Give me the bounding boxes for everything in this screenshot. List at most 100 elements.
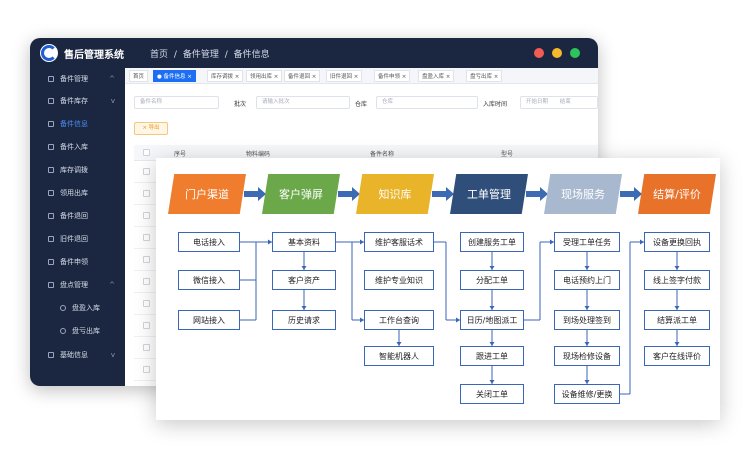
start-date-input[interactable]: 开始日期 结束 <box>520 96 598 109</box>
window-controls <box>534 48 580 58</box>
sidebar-item[interactable]: 领用出库 <box>30 182 125 204</box>
sidebar: 备件管理 ^ 备件库存 v 备件信息 备件入库库存调拨领用出库备件退回旧件退回备件申领盘点… <box>30 68 125 386</box>
batch-label: 批次 <box>234 101 247 108</box>
breadcrumb-current: 备件信息 <box>233 50 270 60</box>
tab[interactable]: 旧件退回 × <box>326 70 363 82</box>
flow-step-box: 客户资产 <box>272 270 336 290</box>
column-model: 型号 <box>501 151 514 158</box>
sidebar-item[interactable]: 备件申领 <box>30 251 125 273</box>
sidebar-item-label: 旧件退回 <box>60 235 88 243</box>
row-checkbox[interactable] <box>143 322 150 329</box>
chevron-icon: v <box>110 351 115 359</box>
flow-step-box: 基本资料 <box>272 232 336 252</box>
flow-step-box: 维护客服话术 <box>364 232 434 252</box>
tab[interactable]: 领用出库 × <box>246 70 283 82</box>
select-all-checkbox[interactable] <box>143 149 150 156</box>
breadcrumb-separator: / <box>224 50 228 60</box>
export-button[interactable]: × 导出 <box>134 122 168 135</box>
flow-stage-header: 知识库 <box>356 174 434 214</box>
tab[interactable]: 首页 <box>129 70 149 82</box>
flow-step-box: 维护专业知识 <box>364 270 434 290</box>
sidebar-item-label: 库存调拨 <box>60 166 88 174</box>
tab[interactable]: 备件申领 × <box>374 70 411 82</box>
menu-icon <box>48 144 54 150</box>
flowchart-card: 门户渠道 客户弹屏 知识库 工单管理 现场服务 结算/评价 电话接入 微信接入 网站接入 基本资料… <box>156 158 720 420</box>
row-checkbox[interactable] <box>143 300 150 307</box>
sidebar-item-label: 备件退回 <box>60 212 88 220</box>
column-index: 序号 <box>174 151 187 158</box>
sidebar-item-label: 备件申领 <box>60 258 88 266</box>
breadcrumb-parts[interactable]: 备件管理 <box>183 50 219 60</box>
minimize-dot[interactable] <box>552 48 562 58</box>
sidebar-item-label: 基础信息 <box>60 351 88 359</box>
flow-step-box: 跟进工单 <box>460 346 524 366</box>
breadcrumb: 首页 / 备件管理 / 备件信息 <box>150 47 273 60</box>
row-checkbox[interactable] <box>143 278 150 285</box>
batch-input[interactable]: 请输入批次 <box>256 96 350 109</box>
sidebar-item[interactable]: 备件信息 <box>30 113 125 135</box>
sidebar-item[interactable]: 旧件退回 <box>30 228 125 250</box>
composite-screenshot: 售后管理系统 首页 / 备件管理 / 备件信息 备件管理 ^ 备件库存 v 备件信息 备件… <box>0 0 750 460</box>
row-checkbox[interactable] <box>143 366 150 373</box>
flow-step-box: 日历/地图派工 <box>460 310 524 330</box>
flow-step-box: 创建服务工单 <box>460 232 524 252</box>
close-dot[interactable] <box>534 48 544 58</box>
menu-icon <box>48 98 54 104</box>
flow-step-box: 到场处理签到 <box>554 310 620 330</box>
flow-step-box: 网站接入 <box>178 310 240 330</box>
breadcrumb-home[interactable]: 首页 <box>150 50 168 60</box>
export-label: 导出 <box>148 125 160 131</box>
tab[interactable]: 库存调拨 × <box>207 70 244 82</box>
tab[interactable]: 备件退回 × <box>284 70 321 82</box>
sidebar-item-label: 盘点管理 <box>60 281 88 289</box>
flow-step-box: 工作台查询 <box>364 310 434 330</box>
flow-arrow <box>526 187 548 201</box>
flow-arrow <box>432 187 454 201</box>
flow-step-box: 客户在线评价 <box>644 346 710 366</box>
menu-icon <box>48 121 54 127</box>
flow-stage-header: 门户渠道 <box>168 174 246 214</box>
part-name-input[interactable]: 备件名称 <box>134 96 219 109</box>
sidebar-item-label: 领用出库 <box>60 189 88 197</box>
flow-step-box: 电话接入 <box>178 232 240 252</box>
chevron-icon: ^ <box>109 75 115 83</box>
sidebar-item[interactable]: 库存调拨 <box>30 159 125 181</box>
sidebar-item[interactable]: 备件管理 ^ <box>30 68 125 90</box>
sidebar-item[interactable]: 基础信息 v <box>30 344 125 366</box>
row-checkbox[interactable] <box>143 190 150 197</box>
sidebar-item[interactable]: 备件入库 <box>30 136 125 158</box>
row-checkbox[interactable] <box>143 344 150 351</box>
tab[interactable]: 盘亏出库 × <box>466 70 503 82</box>
chevron-icon: ^ <box>109 281 115 289</box>
column-part-name: 备件名称 <box>370 151 395 158</box>
menu-icon <box>48 76 54 82</box>
menu-icon <box>48 259 54 265</box>
start-date-placeholder: 开始日期 <box>526 99 549 105</box>
maximize-dot[interactable] <box>570 48 580 58</box>
tab[interactable]: 盘盈入库 × <box>418 70 455 82</box>
row-checkbox[interactable] <box>143 256 150 263</box>
breadcrumb-separator: / <box>173 50 177 60</box>
row-checkbox[interactable] <box>143 234 150 241</box>
app-header: 售后管理系统 首页 / 备件管理 / 备件信息 <box>30 38 598 68</box>
tab[interactable]: ● 备件信息 × <box>153 70 196 82</box>
flow-arrow <box>620 187 642 201</box>
menu-icon <box>48 236 54 242</box>
flow-arrow <box>338 187 360 201</box>
menu-icon <box>48 352 54 358</box>
sidebar-item[interactable]: 盘盈入库 <box>30 297 125 319</box>
row-checkbox[interactable] <box>143 168 150 175</box>
sidebar-item-label: 备件管理 <box>60 75 88 83</box>
sidebar-item[interactable]: 备件库存 v <box>30 90 125 112</box>
flow-stage-header: 客户弹屏 <box>262 174 340 214</box>
warehouse-input[interactable]: 仓库 <box>376 96 478 109</box>
sidebar-item[interactable]: 盘亏出库 <box>30 320 125 342</box>
logo-icon <box>40 44 58 62</box>
row-checkbox[interactable] <box>143 212 150 219</box>
sidebar-item-label: 盘盈入库 <box>72 304 100 312</box>
flow-stage-header: 工单管理 <box>450 174 528 214</box>
flow-step-box: 微信接入 <box>178 270 240 290</box>
sidebar-item[interactable]: 盘点管理 ^ <box>30 274 125 296</box>
flow-step-box: 智能机器人 <box>364 346 434 366</box>
sidebar-item[interactable]: 备件退回 <box>30 205 125 227</box>
